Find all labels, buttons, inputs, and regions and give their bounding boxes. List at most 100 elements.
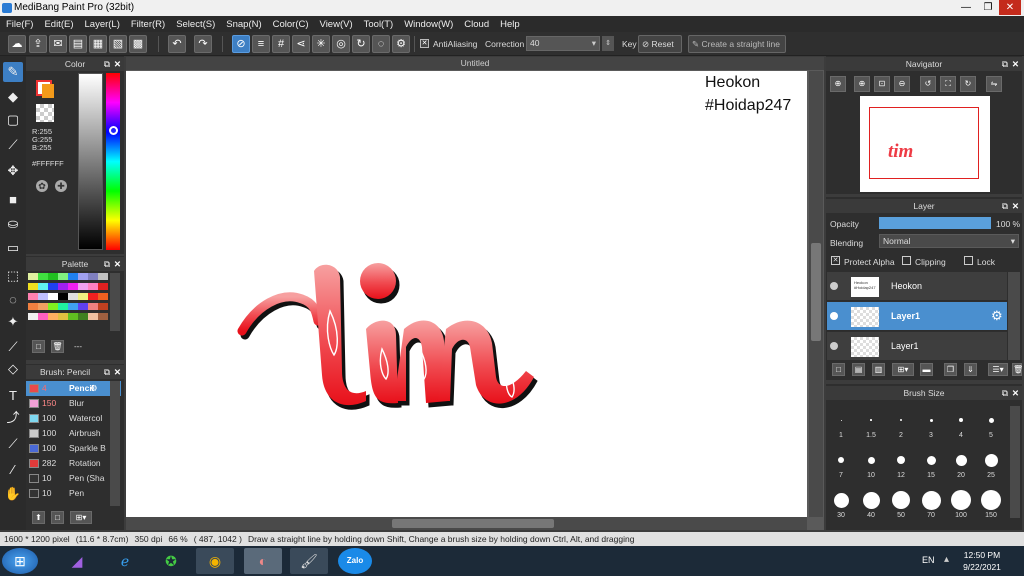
fit-icon[interactable]: ⊡ [874,76,890,92]
brush-size-dot[interactable] [929,418,933,422]
brush-item-watercolor[interactable]: 100 Watercol [26,411,121,426]
palette-swatch[interactable] [78,283,88,290]
lock-checkbox[interactable] [964,256,973,265]
rotate-right-icon[interactable]: ↻ [960,76,976,92]
drawing-canvas[interactable]: Heokon #Hoidap247 [126,71,807,517]
clipping-checkbox[interactable] [902,256,911,265]
eraser-tool-icon[interactable]: ◆ [3,87,23,107]
palette-swatch[interactable] [38,303,48,310]
new-layer-icon[interactable]: □ [832,363,845,376]
palette-swatch[interactable] [68,293,78,300]
palette-swatch[interactable] [38,293,48,300]
close-panel-icon[interactable]: ✕ [114,57,121,71]
protect-alpha-checkbox[interactable]: ✕ [831,256,840,265]
palette-swatch[interactable] [28,283,38,290]
maximize-button[interactable]: ❐ [977,0,999,15]
minimize-button[interactable]: — [955,0,977,15]
palette-swatch[interactable] [38,273,48,280]
grid-doc-icon[interactable]: ▧ [109,35,127,53]
hue-slider[interactable] [106,73,120,250]
palette-swatch[interactable] [28,293,38,300]
palette-swatch[interactable] [58,283,68,290]
clock[interactable]: 12:50 PM 9/22/2021 [958,549,1006,573]
brush-size-dot[interactable] [981,490,1001,510]
parallel-snap-icon[interactable]: ≡ [252,35,270,53]
fullscreen-icon[interactable]: ⛶ [940,76,956,92]
menu-select[interactable]: Select(S) [170,19,220,30]
menu-cloud[interactable]: Cloud [458,19,494,30]
close-panel-icon[interactable]: ✕ [114,365,121,379]
palette-swatch[interactable] [48,313,58,320]
text-tool-icon[interactable]: T [3,386,23,406]
palette-swatch[interactable] [98,273,108,280]
new-8bit-layer-icon[interactable]: ▥ [872,363,885,376]
detach-icon[interactable]: ⧉ [104,257,110,271]
close-button[interactable]: ✕ [999,0,1021,15]
brightness-slider[interactable] [78,73,103,250]
close-panel-icon[interactable]: ✕ [114,257,121,271]
background-color-swatch[interactable] [42,84,54,98]
navigator-preview[interactable]: tim [860,96,990,192]
folder-icon[interactable]: ▬ [920,363,933,376]
horizontal-scroll-thumb[interactable] [392,519,554,528]
palette-swatch[interactable] [58,313,68,320]
reset-button[interactable]: ⊘ Reset [638,35,682,53]
palette-swatch[interactable] [38,313,48,320]
menu-window[interactable]: Window(W) [398,19,458,30]
navigator-viewport-frame[interactable] [869,107,979,179]
antialiasing-checkbox[interactable]: ✕ [420,39,429,48]
delete-layer-icon[interactable]: 🗑 [1012,363,1023,376]
brush-size-grid[interactable]: 1 1.5 2 3 4 5 7 10 12 15 20 25 30 40 50 70 100 150 [828,402,1006,530]
brush-item-airbrush[interactable]: 100 Airbrush [26,426,121,441]
rotate-left-icon[interactable]: ↺ [920,76,936,92]
app-icon-green[interactable]: ✪ [152,548,190,574]
brush-tool-icon[interactable]: ✎ [3,62,23,82]
dot-pen-tool-icon[interactable]: ⟋ [3,135,23,155]
close-panel-icon[interactable]: ✕ [1012,386,1019,400]
visibility-eye-icon[interactable] [830,342,838,350]
redo-icon[interactable]: ↷ [194,35,212,53]
merge-down-icon[interactable]: ⇓ [964,363,977,376]
hue-handle[interactable] [109,126,118,135]
magic-wand-tool-icon[interactable]: ✦ [3,312,23,332]
brush-size-dot[interactable] [955,454,967,466]
brush-size-scrollbar[interactable] [1010,406,1020,518]
tiles-icon[interactable]: ▩ [129,35,147,53]
move-tool-icon[interactable]: ✥ [3,161,23,181]
add-brush-icon[interactable]: ⬆ [32,511,45,524]
palette-swatch[interactable] [78,313,88,320]
brush-size-dot[interactable] [984,453,998,467]
paint-icon[interactable]: 🖌 [290,548,328,574]
layer-row-layer1[interactable]: Layer1 [827,332,1007,361]
tray-chevron-icon[interactable]: ▴ [944,554,949,565]
palette-add-icon[interactable]: ✚ [55,180,67,192]
fill-rect-tool-icon[interactable]: ■ [3,190,23,210]
add-layer-menu-icon[interactable]: ⊞▾ [892,363,914,376]
palette-swatch[interactable] [68,313,78,320]
palette-swatch[interactable] [88,313,98,320]
operation-tool-icon[interactable]: ⤴ [3,408,23,428]
brush-size-dot[interactable] [838,457,844,463]
menu-filter[interactable]: Filter(R) [125,19,170,30]
brush-size-dot[interactable] [951,490,971,510]
palette-swatch[interactable] [88,273,98,280]
eyedropper-tool-icon[interactable]: ⟋ [3,434,23,454]
palette-swatch[interactable] [78,293,88,300]
palette-swatch[interactable] [78,273,88,280]
zoom-in-2-icon[interactable]: ⊕ [854,76,870,92]
brush-item-pencil[interactable]: 4 Pencil ⚙ [26,381,121,396]
duplicate-layer-icon[interactable]: ❐ [944,363,957,376]
close-panel-icon[interactable]: ✕ [1012,199,1019,213]
select-tool-icon[interactable]: ⬚ [3,266,23,286]
canvas-tab[interactable]: Untitled [126,57,824,70]
palette-swatch[interactable] [48,303,58,310]
brush-scrollbar[interactable] [110,381,120,506]
brush-size-dot[interactable] [926,455,936,465]
bucket-tool-icon[interactable]: ⛀ [3,214,23,234]
palette-swatch[interactable] [48,273,58,280]
visibility-eye-icon[interactable] [830,282,838,290]
detach-icon[interactable]: ⧉ [1002,57,1008,71]
palette-swatch[interactable] [88,303,98,310]
palette-swatch[interactable] [28,303,38,310]
detach-icon[interactable]: ⧉ [104,57,110,71]
